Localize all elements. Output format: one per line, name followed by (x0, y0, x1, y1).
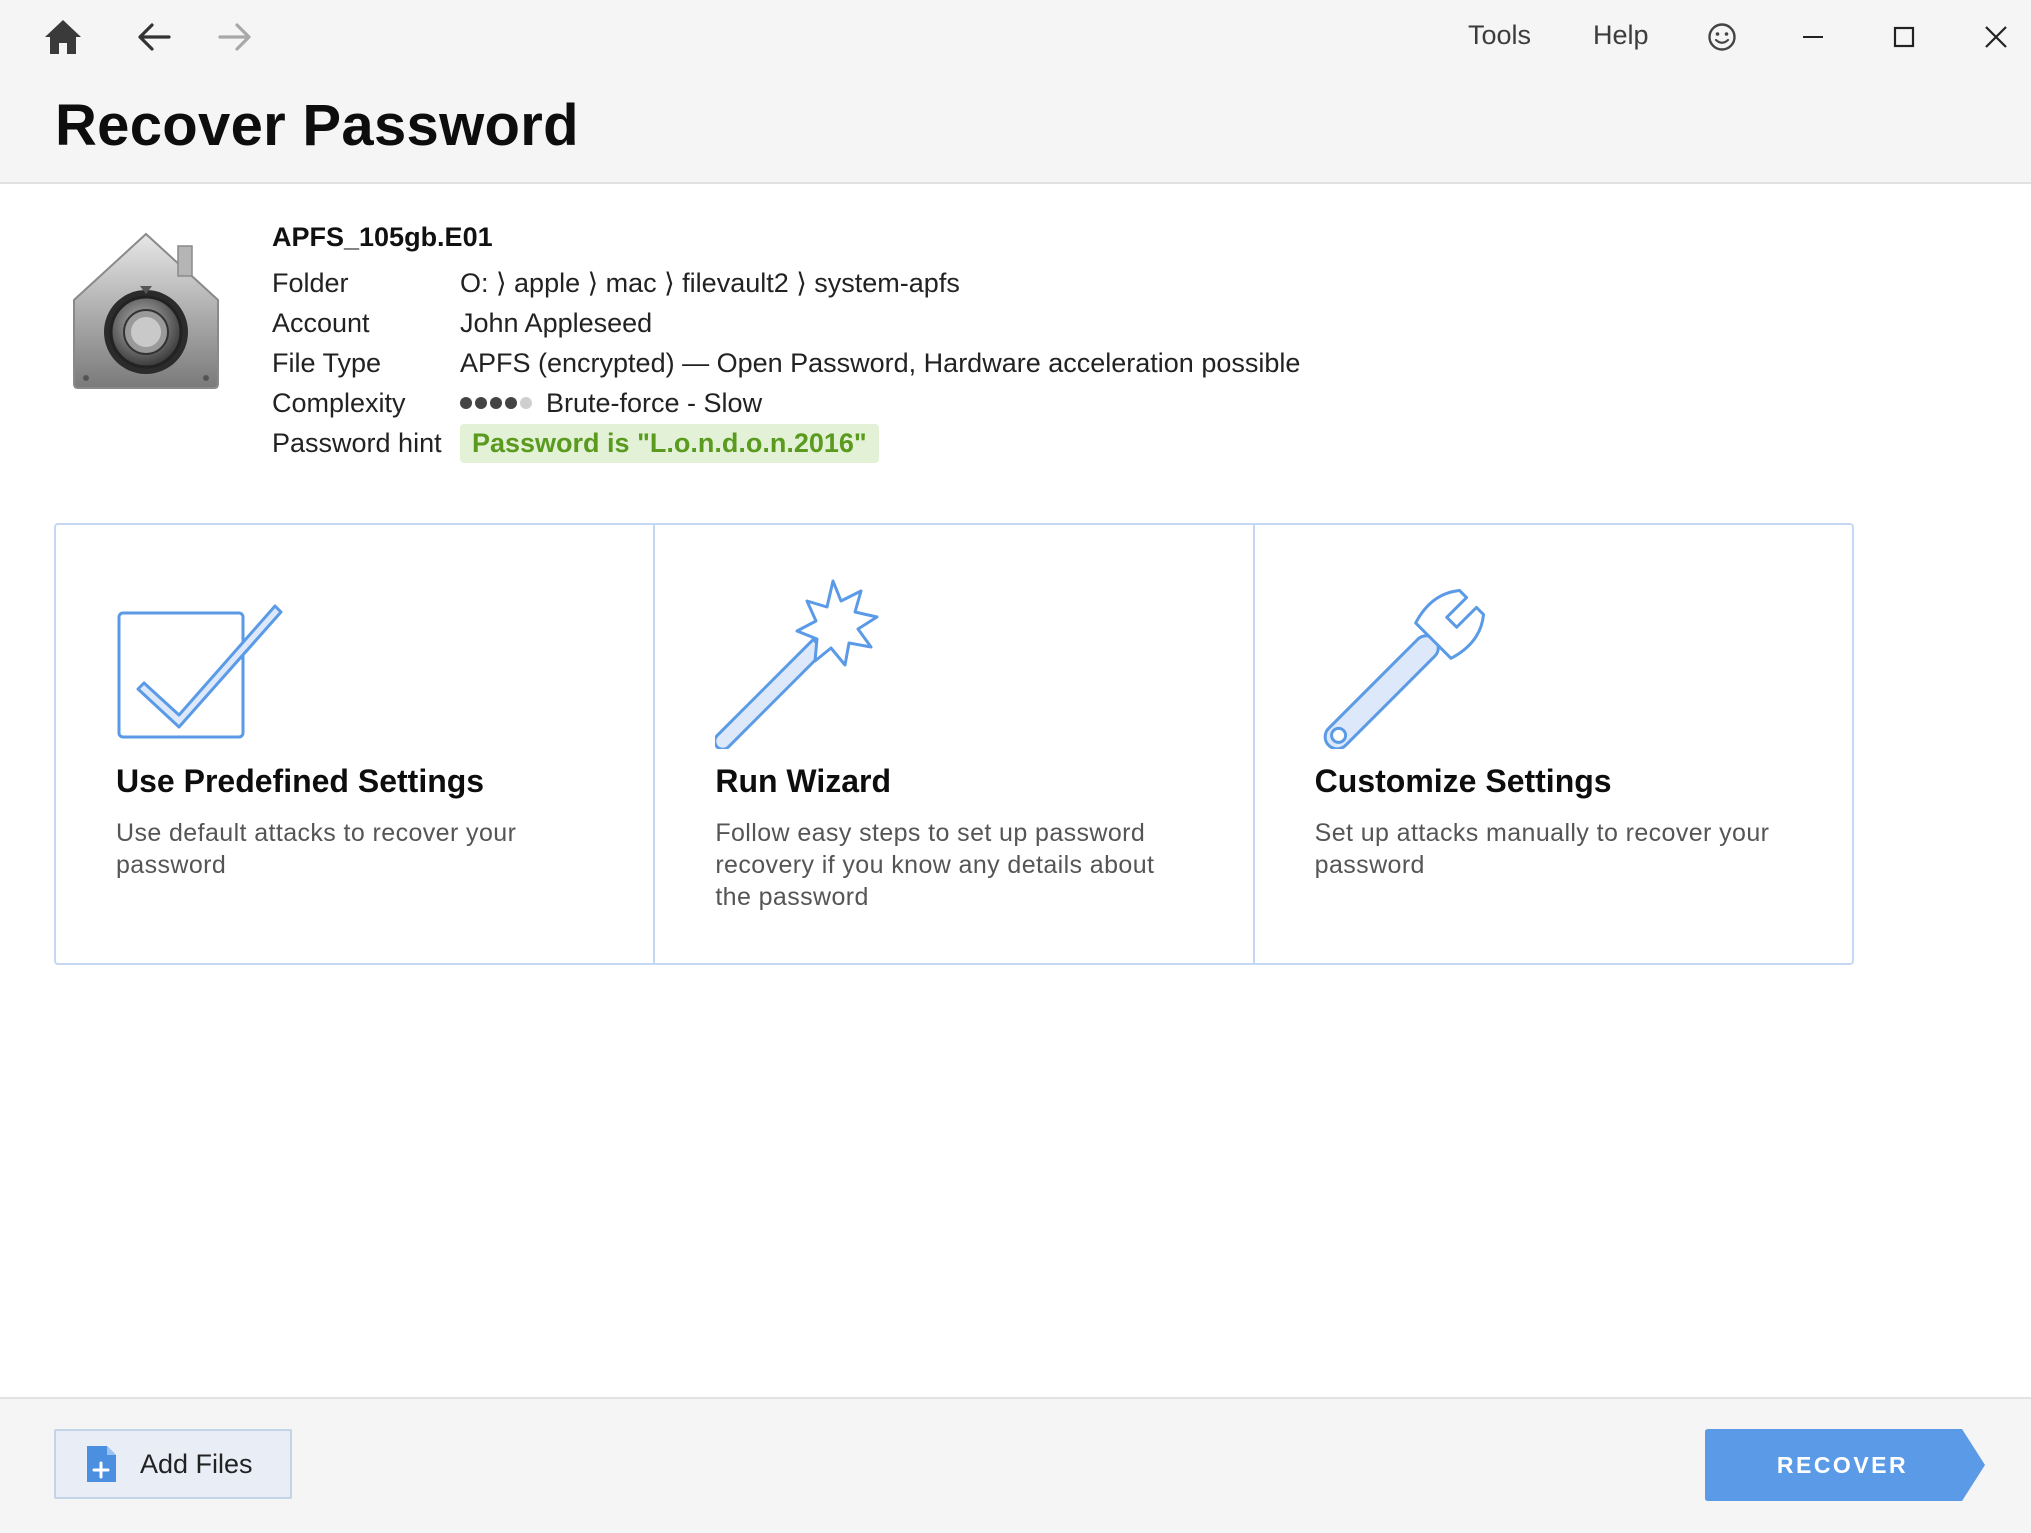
minimize-icon (1803, 36, 1823, 38)
maximize-icon (1893, 26, 1915, 48)
option-predefined-settings[interactable]: Use Predefined Settings Use default atta… (56, 525, 653, 963)
detail-label: Folder (272, 267, 349, 298)
complexity-dots (460, 397, 532, 409)
recovery-options: Use Predefined Settings Use default atta… (54, 523, 1854, 965)
detail-row-folder: Folder O: ⟩ apple ⟩ mac ⟩ filevault2 ⟩ s… (272, 266, 960, 300)
smiley-icon (1708, 23, 1736, 51)
add-file-icon (87, 1446, 116, 1482)
file-type-value: APFS (encrypted) — Open Password, Hardwa… (460, 347, 1301, 378)
detail-row-file-type: File Type APFS (encrypted) — Open Passwo… (272, 346, 1300, 380)
minimize-button[interactable] (1783, 14, 1843, 60)
footer-bar: Add Files RECOVER (0, 1397, 2031, 1533)
option-description: Follow easy steps to set up password rec… (715, 819, 1155, 911)
folder-path: O: ⟩ apple ⟩ mac ⟩ filevault2 ⟩ system-a… (460, 267, 960, 298)
arrow-right-icon (218, 23, 251, 51)
wrench-icon (1323, 588, 1485, 749)
page-title: Recover Password (55, 93, 579, 158)
close-icon (1985, 26, 2007, 48)
option-description: Use default attacks to recover your pass… (116, 819, 517, 879)
magic-wand-icon (715, 579, 879, 749)
filevault-lock-icon (73, 232, 219, 389)
detail-label: Password hint (272, 427, 442, 458)
home-icon (45, 20, 81, 54)
add-files-button[interactable]: Add Files (54, 1429, 292, 1499)
option-title: Customize Settings (1314, 763, 1612, 799)
detail-row-account: Account John Appleseed (272, 306, 652, 340)
complexity-dot-filled (475, 397, 487, 409)
home-button[interactable] (33, 14, 93, 60)
feedback-button[interactable] (1692, 14, 1752, 60)
detail-label: File Type (272, 347, 382, 378)
back-button[interactable] (124, 14, 184, 60)
title-bar: Tools Help Recover Password (0, 0, 2031, 184)
complexity-dot-empty (520, 397, 532, 409)
complexity-dot-filled (460, 397, 472, 409)
detail-label: Complexity (272, 387, 406, 418)
menu-help[interactable]: Help (1593, 20, 1649, 51)
detail-label: Account (272, 307, 370, 338)
menu-tools[interactable]: Tools (1468, 20, 1531, 51)
complexity-value: Brute-force - Slow (460, 388, 762, 419)
file-name: APFS_105gb.E01 (272, 222, 493, 252)
recover-label: RECOVER (1776, 1451, 1909, 1478)
option-title: Run Wizard (715, 763, 892, 799)
checkbox-checked-icon (117, 604, 283, 739)
forward-button[interactable] (205, 14, 265, 60)
account-name: John Appleseed (460, 307, 653, 338)
detail-row-complexity: Complexity Brute-force - Slow (272, 386, 762, 420)
option-run-wizard[interactable]: Run Wizard Follow easy steps to set up p… (653, 525, 1252, 963)
detail-row-password-hint: Password hint Password is "L.o.n.d.o.n.2… (272, 423, 879, 463)
option-customize-settings[interactable]: Customize Settings Set up attacks manual… (1252, 525, 1852, 963)
arrow-left-icon (138, 23, 171, 51)
recover-button[interactable]: RECOVER (1705, 1429, 1985, 1501)
add-files-label: Add Files (140, 1448, 253, 1479)
close-button[interactable] (1966, 14, 2026, 60)
complexity-dot-filled (490, 397, 502, 409)
option-description: Set up attacks manually to recover your … (1314, 819, 1770, 879)
complexity-dot-filled (505, 397, 517, 409)
option-title: Use Predefined Settings (116, 763, 485, 799)
password-hint-badge: Password is "L.o.n.d.o.n.2016" (460, 423, 879, 463)
maximize-button[interactable] (1874, 14, 1934, 60)
complexity-text: Brute-force - Slow (546, 387, 763, 418)
